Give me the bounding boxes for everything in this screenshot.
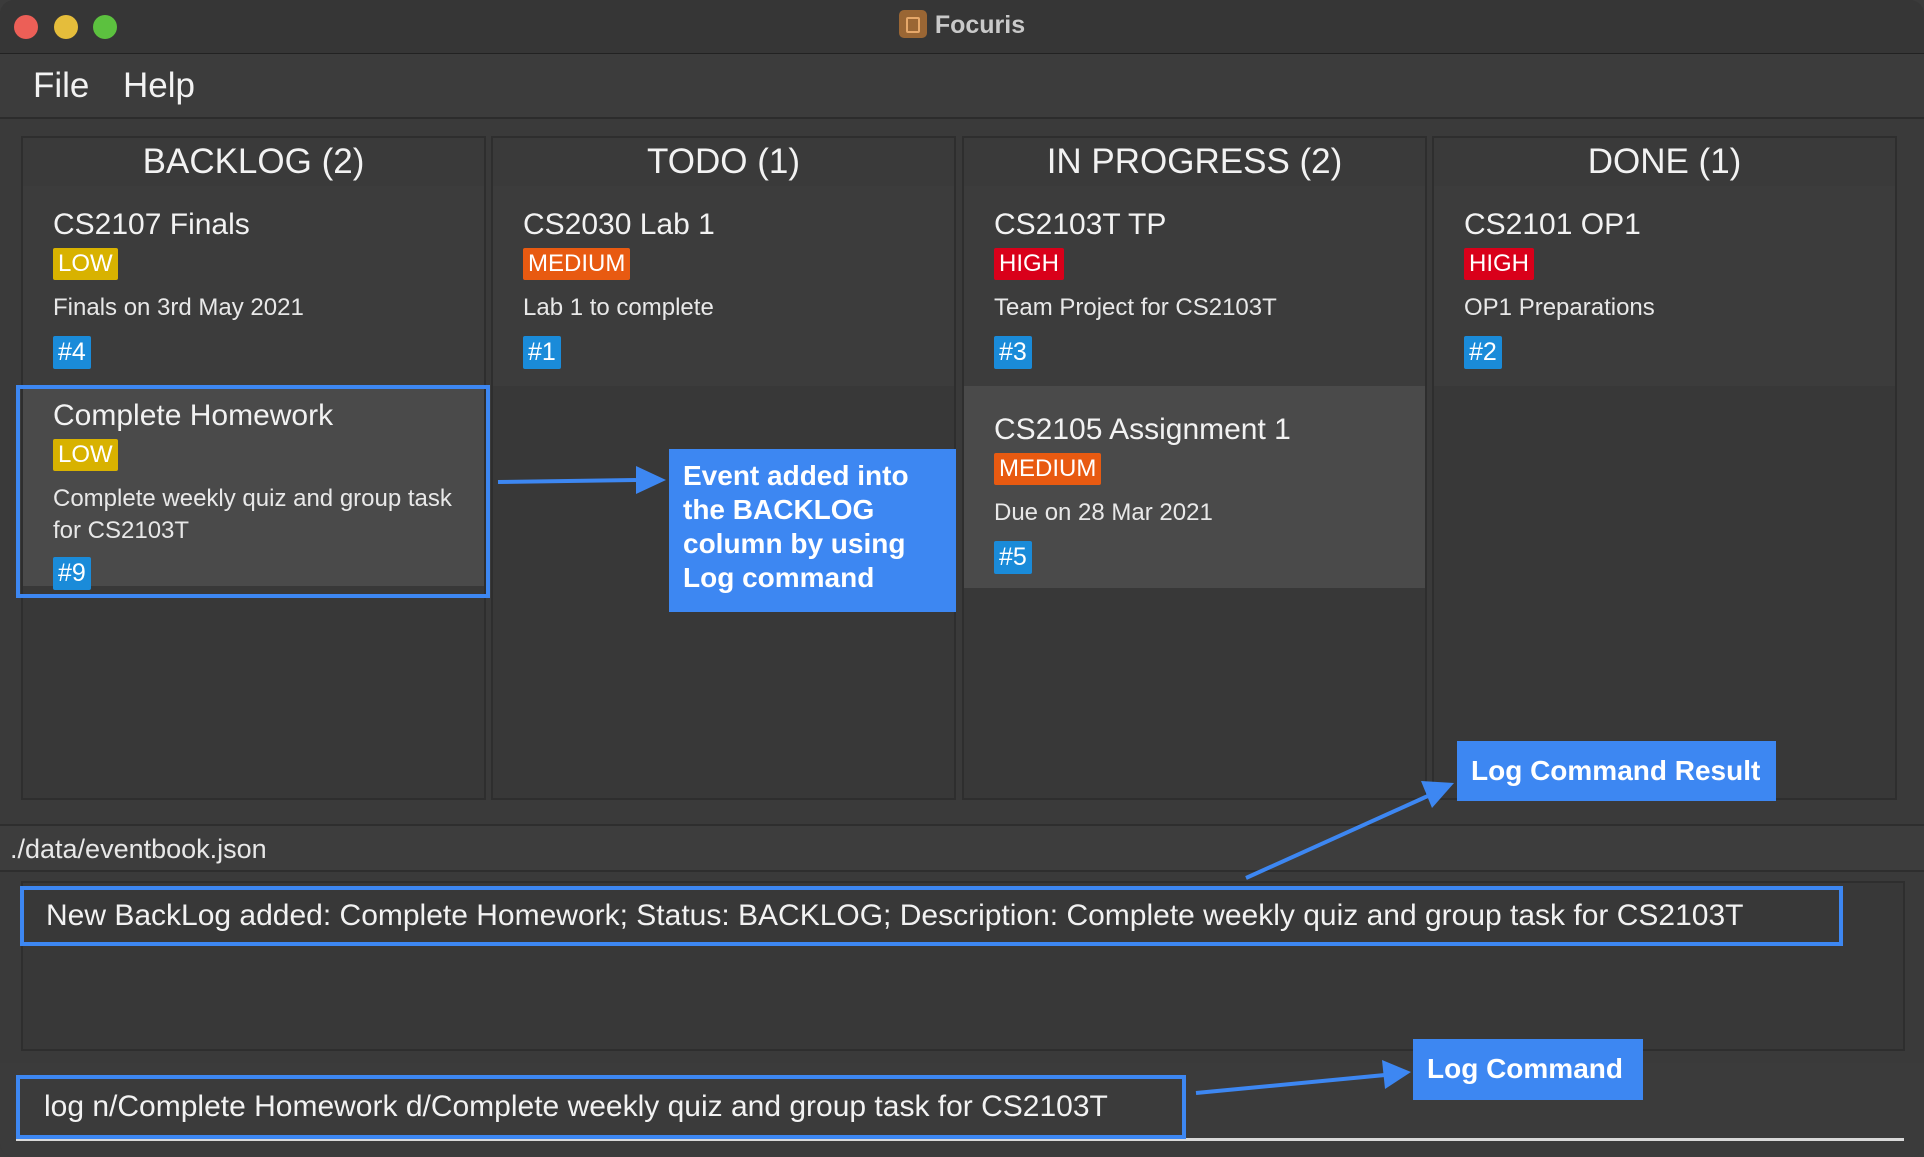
- app-window: Focuris File Help BACKLOG (2) CS2107 Fin…: [0, 0, 1924, 1157]
- arrowhead-event: [636, 466, 666, 494]
- arrow-to-command-callout: [1195, 1073, 1386, 1095]
- arrowhead-command: [1382, 1060, 1411, 1089]
- arrow-to-result-callout: [1245, 793, 1431, 880]
- arrowhead-result: [1421, 781, 1454, 808]
- annotation-arrows: [497, 466, 1454, 1095]
- arrow-to-event-callout: [497, 478, 641, 484]
